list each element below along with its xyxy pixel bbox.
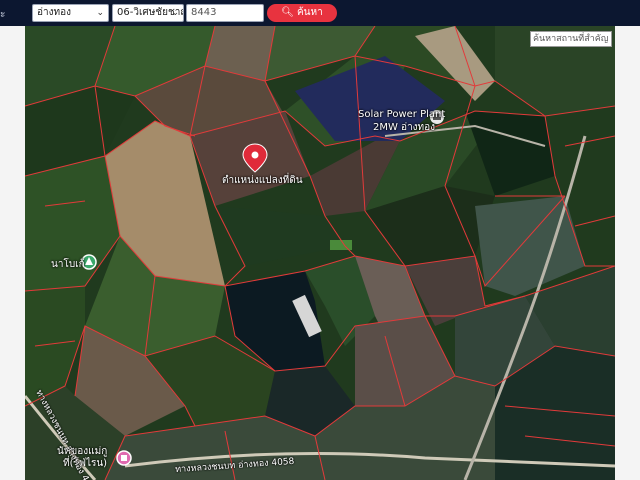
subdistrict-select[interactable]: 06-วิเศษชัยชาญ ⌄	[112, 4, 184, 22]
bag-glyph	[121, 455, 127, 461]
chevron-down-icon: ⌄	[171, 8, 179, 18]
green-patch	[330, 240, 352, 250]
place-search-input[interactable]: ค้นหาสถานที่สำคัญ	[530, 31, 612, 47]
satellite-map[interactable]: ตำแหน่งแปลงที่ดิน Solar Power Plant 2MW …	[25, 26, 615, 480]
left-margin	[0, 26, 25, 480]
search-button-label: ค้นหา	[296, 7, 323, 18]
place-search-placeholder: ค้นหาสถานที่สำคัญ	[533, 34, 609, 44]
top-toolbar: ะ อ่างทอง ⌄ 06-วิเศษชัยชาญ ⌄ 8443 🔍︎ ค้นห…	[0, 0, 640, 26]
search-icon: 🔍︎	[281, 7, 294, 18]
right-margin	[615, 26, 640, 480]
solar-plant-label: Solar Power Plant	[358, 109, 446, 120]
parcel-number-input[interactable]: 8443	[186, 4, 264, 22]
search-button[interactable]: 🔍︎ ค้นหา	[267, 4, 337, 22]
pin-label: ตำแหน่งแปลงที่ดิน	[222, 175, 303, 186]
pin-dot	[251, 151, 259, 159]
map-canvas	[25, 26, 615, 480]
district-select[interactable]: อ่างทอง ⌄	[32, 4, 109, 22]
park-label: นาโบเก้	[51, 259, 85, 270]
district-select-value: อ่างทอง	[37, 7, 71, 18]
solar-plant-label-2: 2MW อ่างทอง	[373, 122, 436, 133]
toolbar-edge-label: ะ	[0, 9, 6, 20]
parcel-number-value: 8443	[191, 7, 217, 18]
chevron-down-icon: ⌄	[96, 8, 104, 18]
